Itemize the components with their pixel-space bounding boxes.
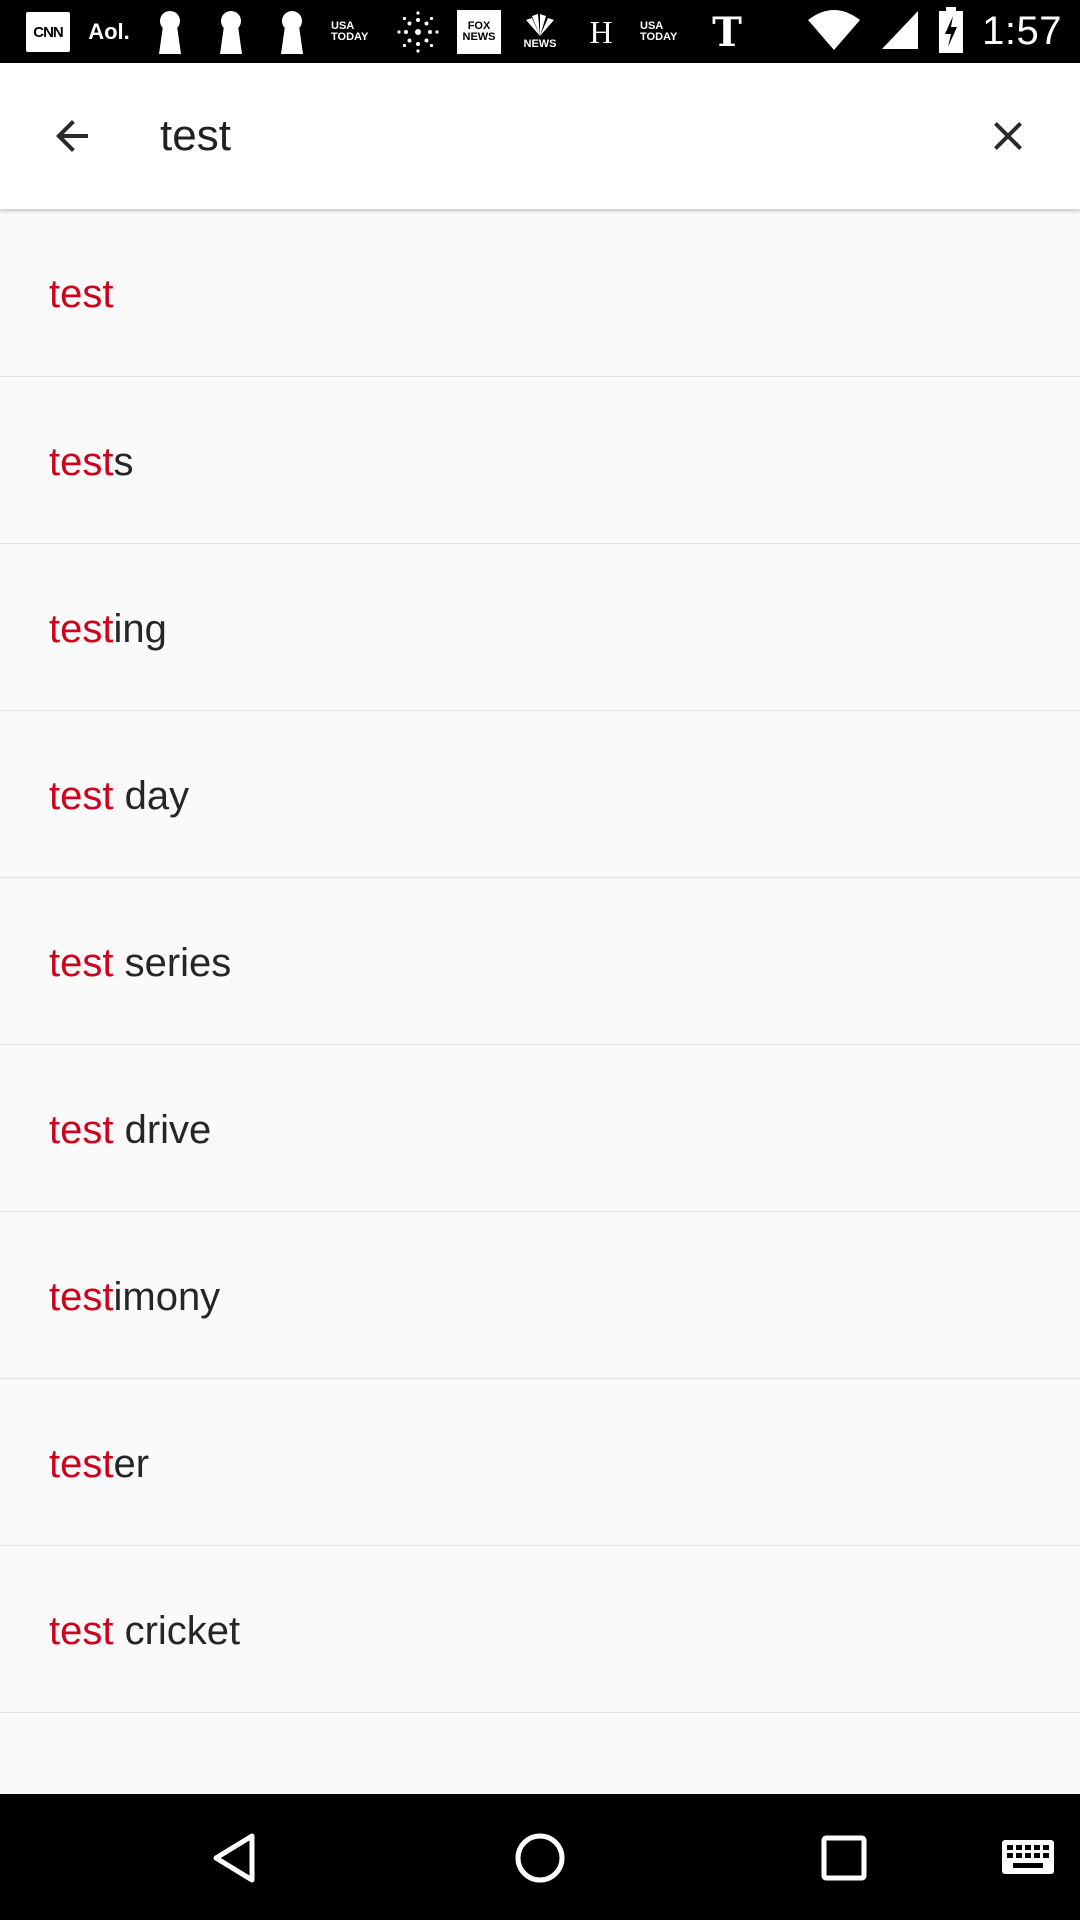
navigation-bar [0,1794,1080,1920]
notification-icons: CNN Aol. USA TODAY FOX NEWS NEWS H USA T… [26,6,749,58]
nbc-news-label: NEWS [523,38,557,50]
arrow-back-icon [56,120,88,152]
keyhole-icon [209,9,253,55]
suggestion-list: test test s test ing test day test series … [0,209,1080,1794]
suggestion-match: test [49,1608,114,1653]
suggestion-match: test [49,940,114,985]
suggestion-rest: er [113,1441,150,1486]
back-button[interactable] [36,100,108,172]
nbc-news-icon: NEWS [518,9,562,55]
suggestion-rest: s [113,439,134,484]
keyboard-icon [1002,1840,1054,1874]
suggestion-rest: series [113,940,232,985]
wifi-icon [806,8,862,56]
suggestion-item[interactable]: test day [0,711,1080,878]
suggestion-rest: drive [113,1107,212,1152]
suggestion-match: test [49,1107,114,1152]
recents-square-icon [821,1835,867,1881]
status-bar: CNN Aol. USA TODAY FOX NEWS NEWS H USA T… [0,0,1080,63]
suggestion-match: test [49,272,114,316]
search-header [0,63,1080,209]
cnn-icon: CNN [26,12,70,52]
suggestion-item[interactable]: test series [0,878,1080,1045]
suggestion-item-partial[interactable] [0,1713,1080,1794]
clock: 1:57 [982,9,1062,53]
nav-recents-button[interactable] [808,1822,880,1894]
home-circle-icon [515,1833,565,1883]
suggestion-item[interactable]: test ing [0,544,1080,711]
back-triangle-icon [213,1833,255,1883]
suggestion-item[interactable]: test s [0,377,1080,544]
aol-icon: Aol. [88,19,130,44]
suggestion-item[interactable]: test drive [0,1045,1080,1212]
nav-back-button[interactable] [200,1822,272,1894]
battery-charging-icon [938,6,964,57]
keyhole-icon [270,9,314,55]
usa-today-icon: USA TODAY [331,20,369,43]
keyhole-icon [148,9,192,55]
suggestion-match: test [49,1441,114,1486]
search-input[interactable] [160,96,940,176]
clear-button[interactable] [972,100,1044,172]
suggestion-item[interactable]: test cricket [0,1546,1080,1713]
fox-news-icon: FOX NEWS [457,10,501,54]
suggestion-item[interactable]: test er [0,1379,1080,1546]
cell-signal-icon [880,9,920,55]
suggestion-rest: imony [113,1274,221,1319]
suggestion-item[interactable]: test [0,209,1080,377]
suggestion-rest: cricket [113,1608,241,1653]
search-screen: CNN Aol. USA TODAY FOX NEWS NEWS H USA T… [0,0,1080,1920]
status-right: 1:57 [806,0,1062,63]
suggestion-match: test [49,1274,114,1319]
suggestion-match: test [49,773,114,818]
history-icon: H [589,13,613,50]
close-icon [994,122,1022,150]
suggestion-match: test [49,606,114,651]
nyt-icon: T [712,8,742,56]
usa-today-icon: USA TODAY [640,20,678,43]
suggestion-item[interactable]: test imony [0,1212,1080,1379]
suggestion-rest: ing [113,606,167,651]
suggestion-rest: day [113,773,190,818]
nav-home-button[interactable] [504,1822,576,1894]
starburst-icon [396,9,440,55]
suggestion-match: test [49,439,114,484]
keyboard-button[interactable] [992,1822,1064,1894]
